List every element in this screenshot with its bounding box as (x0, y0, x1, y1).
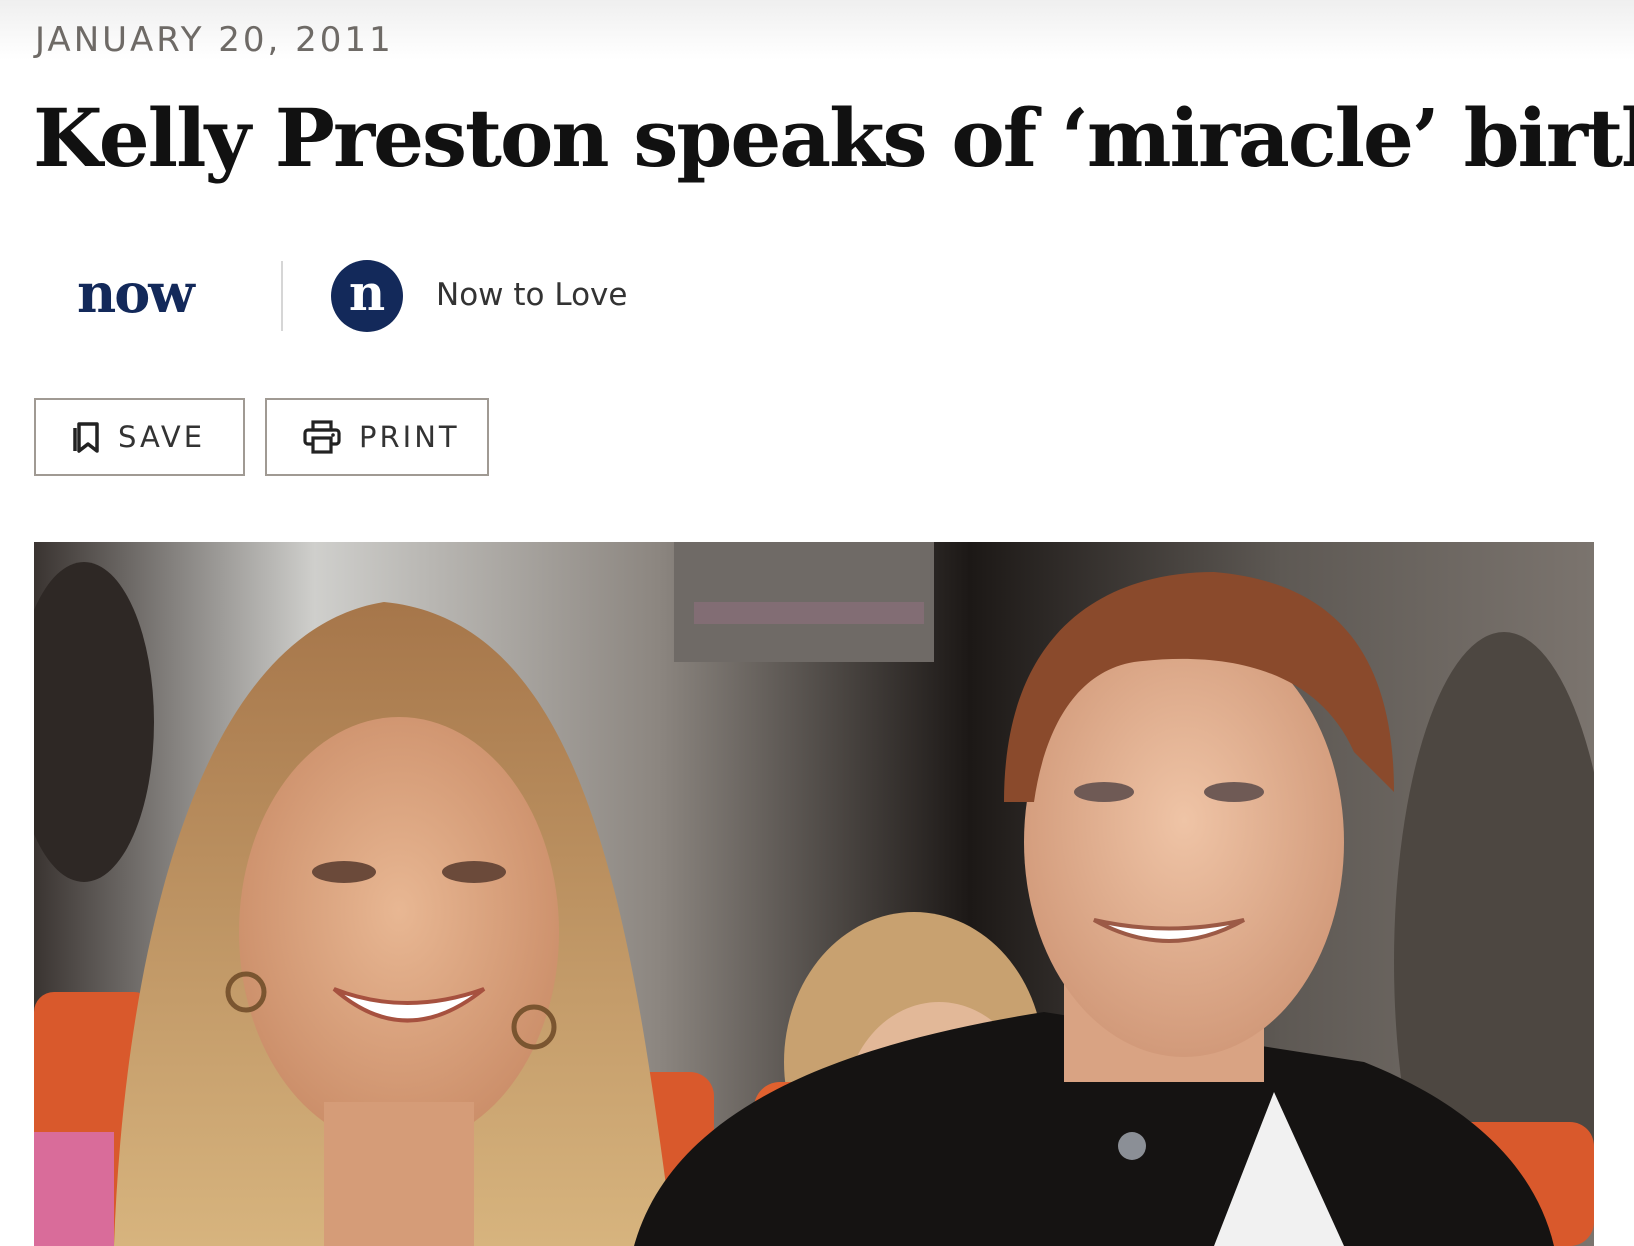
print-button[interactable]: PRINT (265, 398, 489, 476)
author-avatar[interactable]: n (331, 260, 403, 332)
byline: now n Now to Love (33, 255, 733, 335)
article-page: JANUARY 20, 2011 Kelly Preston speaks of… (0, 0, 1634, 1246)
save-label: SAVE (118, 420, 206, 454)
hero-photo-illustration (34, 542, 1594, 1246)
bookmark-icon (73, 422, 99, 453)
article-date: JANUARY 20, 2011 (35, 20, 394, 60)
byline-divider (281, 261, 283, 331)
article-headline: Kelly Preston speaks of ‘miracle’ birth (33, 91, 1634, 185)
author-name[interactable]: Now to Love (436, 275, 627, 315)
printer-icon (303, 420, 341, 454)
save-button[interactable]: SAVE (34, 398, 245, 476)
print-label: PRINT (359, 420, 460, 454)
brand-logo[interactable]: now (77, 263, 195, 323)
hero-photo[interactable] (34, 542, 1594, 1246)
